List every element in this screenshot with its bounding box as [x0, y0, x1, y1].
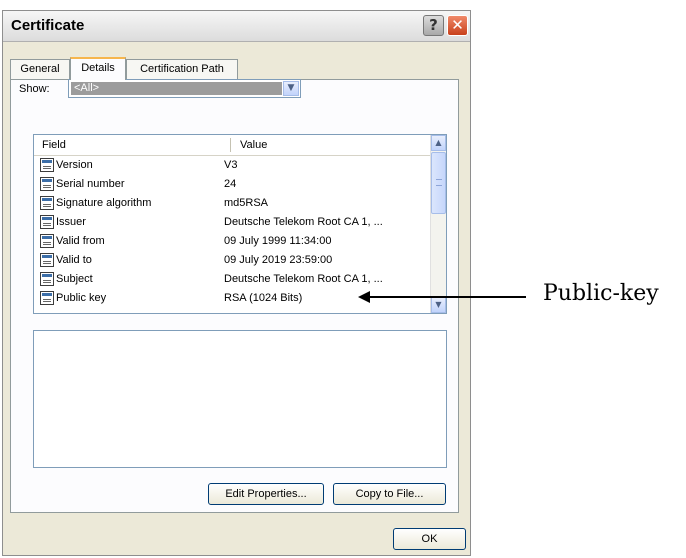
- help-button[interactable]: ?: [423, 15, 444, 36]
- list-item-value: RSA (1024 Bits): [224, 292, 303, 304]
- tab-details[interactable]: Details: [70, 57, 126, 80]
- column-divider[interactable]: [230, 138, 231, 152]
- tab-certification-path[interactable]: Certification Path: [126, 59, 238, 79]
- list-item[interactable]: Signature algorithm md5RSA: [34, 195, 430, 211]
- field-detail-textbox[interactable]: [33, 330, 447, 468]
- list-item-value: 24: [224, 178, 237, 190]
- dialog-title: Certificate: [11, 17, 85, 34]
- question-icon: ?: [429, 16, 438, 34]
- list-item[interactable]: Valid to 09 July 2019 23:59:00: [34, 252, 430, 268]
- list-item-value: md5RSA: [224, 197, 269, 209]
- close-icon: ✕: [451, 16, 464, 34]
- field-list[interactable]: Field Value Version V3 Serial number 24 …: [33, 134, 447, 314]
- show-dropdown[interactable]: <All> ▼: [68, 79, 301, 98]
- list-item[interactable]: Serial number 24: [34, 176, 430, 192]
- scroll-up-arrow-icon[interactable]: ▲: [431, 135, 446, 151]
- column-header-value[interactable]: Value: [240, 139, 267, 151]
- list-item-value: 09 July 1999 11:34:00: [224, 235, 332, 247]
- list-item-field: Signature algorithm: [56, 197, 152, 209]
- scrollbar-thumb[interactable]: [431, 152, 446, 214]
- certificate-field-icon: [40, 291, 54, 305]
- list-item-value: Deutsche Telekom Root CA 1, ...: [224, 216, 383, 228]
- list-item-field: Valid from: [56, 235, 105, 247]
- annotation-label: Public-key: [543, 281, 659, 306]
- certificate-field-icon: [40, 215, 54, 229]
- list-item-field: Version: [56, 159, 93, 171]
- show-label: Show:: [19, 83, 50, 95]
- annotation-arrow-line: [368, 296, 526, 298]
- tab-general[interactable]: General: [10, 59, 70, 79]
- list-item[interactable]: Subject Deutsche Telekom Root CA 1, ...: [34, 271, 430, 287]
- arrow-left-icon: [358, 291, 370, 303]
- list-item-value: V3: [224, 159, 238, 171]
- edit-properties-button[interactable]: Edit Properties...: [208, 483, 324, 505]
- chevron-down-icon[interactable]: ▼: [283, 81, 299, 96]
- copy-to-file-button[interactable]: Copy to File...: [333, 483, 446, 505]
- list-item-field: Valid to: [56, 254, 92, 266]
- certificate-field-icon: [40, 196, 54, 210]
- grip-icon: [436, 179, 442, 186]
- column-header-field[interactable]: Field: [42, 139, 66, 151]
- list-item-field: Issuer: [56, 216, 86, 228]
- certificate-field-icon: [40, 272, 54, 286]
- list-item-value: 09 July 2019 23:59:00: [224, 254, 333, 266]
- list-item[interactable]: Version V3: [34, 157, 430, 173]
- show-selected-value: <All>: [71, 82, 282, 95]
- list-item[interactable]: Issuer Deutsche Telekom Root CA 1, ...: [34, 214, 430, 230]
- list-item-value: Deutsche Telekom Root CA 1, ...: [224, 273, 383, 285]
- title-bar[interactable]: Certificate ? ✕: [3, 11, 470, 42]
- list-header: Field Value: [34, 135, 430, 156]
- certificate-field-icon: [40, 234, 54, 248]
- certificate-field-icon: [40, 177, 54, 191]
- certificate-field-icon: [40, 158, 54, 172]
- close-button[interactable]: ✕: [447, 15, 468, 36]
- list-scrollbar[interactable]: ▲ ▼: [430, 135, 446, 313]
- ok-button[interactable]: OK: [393, 528, 466, 550]
- scroll-down-arrow-icon[interactable]: ▼: [431, 297, 446, 313]
- list-item-field: Serial number: [56, 178, 125, 190]
- list-item[interactable]: Public key RSA (1024 Bits): [34, 290, 430, 306]
- list-item-field: Subject: [56, 273, 93, 285]
- certificate-field-icon: [40, 253, 54, 267]
- list-item-field: Public key: [56, 292, 107, 304]
- list-item[interactable]: Valid from 09 July 1999 11:34:00: [34, 233, 430, 249]
